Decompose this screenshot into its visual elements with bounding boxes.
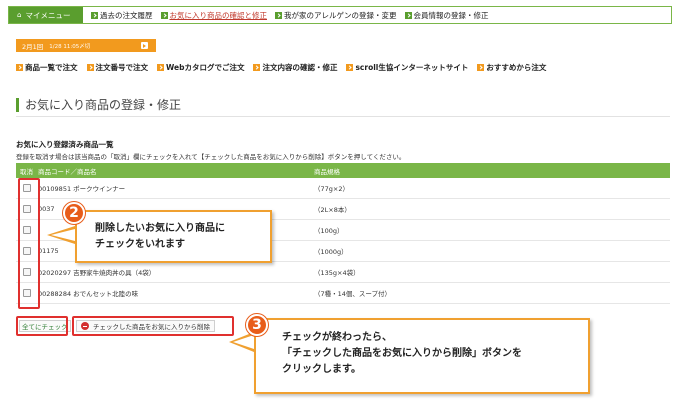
subnav-order-confirm[interactable]: 注文内容の確認・修正 <box>253 62 337 73</box>
table-header: 取消 商品コード／商品名 商品規格 <box>16 163 670 178</box>
product-code-name: 02020297 吉野家牛焼肉丼の具（4袋） <box>38 269 156 277</box>
step-badge-2: 2 <box>63 202 85 224</box>
callout-text: クリックします。 <box>282 364 361 375</box>
arrow-icon <box>160 11 168 19</box>
header-cancel: 取消 <box>20 167 33 176</box>
product-spec: （77g×2） <box>314 185 349 193</box>
nav-member-info[interactable]: 会員情報の登録・修正 <box>404 10 489 21</box>
product-spec: （7種・14個、スープ付） <box>314 290 392 298</box>
top-nav: ⌂ マイメニュー 過去の注文履歴 お気に入り商品の確認と修正 我が家のアレルゲン… <box>8 6 672 24</box>
step-badge-3: 3 <box>246 314 268 336</box>
table-row: 02020297 吉野家牛焼肉丼の具（4袋） （135g×4袋） <box>16 262 670 283</box>
product-spec: （135g×4袋） <box>314 269 360 277</box>
subnav-recommend[interactable]: おすすめから注文 <box>477 62 546 73</box>
callout-text: チェックをいれます <box>95 239 185 250</box>
arrow-icon <box>275 11 282 19</box>
arrow-icon <box>91 11 98 19</box>
callout-pointer-inner <box>233 335 254 349</box>
highlight-delete-button <box>72 316 234 336</box>
subnav-web-catalog[interactable]: Webカタログでご注文 <box>157 62 244 73</box>
subnav-list-order[interactable]: 商品一覧で注文 <box>16 62 78 73</box>
arrow-icon <box>346 64 354 71</box>
order-deadline: 1/28 11:05〆切 <box>49 43 91 50</box>
product-code-name: 00288284 おでんセット北陸の味 <box>38 290 139 298</box>
order-period-bar[interactable]: 2月1回 1/28 11:05〆切 <box>16 39 156 52</box>
section-description: 登録を取消す場合は該当商品の「取消」欄にチェックを入れて【チェックした商品をお気… <box>16 153 406 161</box>
nav-favorites[interactable]: お気に入り商品の確認と修正 <box>160 10 267 21</box>
callout-text: チェックが終わったら、 <box>282 332 392 343</box>
callout-text: 削除したいお気に入り商品に <box>95 223 225 234</box>
arrow-icon <box>16 64 23 71</box>
product-code-name: 00109851 ポークウインナー <box>38 185 126 193</box>
section-title: お気に入り登録済み商品一覧 <box>16 140 114 149</box>
nav-allergen[interactable]: 我が家のアレルゲンの登録・変更 <box>275 10 397 21</box>
callout-step-2: 削除したいお気に入り商品に チェックをいれます <box>75 210 272 263</box>
order-period: 2月1回 <box>22 42 44 51</box>
arrow-icon <box>157 64 164 71</box>
my-menu-label: マイメニュー <box>25 10 71 20</box>
callout-step-3: チェックが終わったら、 「チェックした商品をお気に入りから削除」ボタンを クリッ… <box>254 318 590 394</box>
product-spec: （2L×8本） <box>314 206 351 214</box>
highlight-checkbox-column <box>18 178 40 309</box>
arrow-icon <box>477 64 485 71</box>
header-spec: 商品規格 <box>314 167 340 176</box>
subnav-site[interactable]: scroll生協インターネットサイト <box>346 62 468 73</box>
product-spec: （100g） <box>314 227 344 235</box>
arrow-icon <box>253 64 261 71</box>
title-accent <box>16 97 19 112</box>
nav-order-history[interactable]: 過去の注文履歴 <box>91 10 153 21</box>
page-title: お気に入り商品の登録・修正 <box>25 98 182 112</box>
home-icon: ⌂ <box>17 11 22 19</box>
page-title-bar: お気に入り商品の登録・修正 <box>16 93 670 117</box>
my-menu-button[interactable]: ⌂ マイメニュー <box>9 7 83 23</box>
highlight-check-all <box>16 316 68 336</box>
callout-pointer-inner <box>51 229 75 241</box>
table-row: 00109851 ポークウインナー （77g×2） <box>16 178 670 199</box>
subnav-number-order[interactable]: 注文番号で注文 <box>86 62 148 73</box>
arrow-icon <box>404 11 412 19</box>
header-code-name: 商品コード／商品名 <box>38 167 97 176</box>
play-icon <box>141 42 148 49</box>
order-nav: 商品一覧で注文 注文番号で注文 Webカタログでご注文 注文内容の確認・修正 s… <box>16 62 546 73</box>
arrow-icon <box>86 64 94 71</box>
table-row: 00288284 おでんセット北陸の味 （7種・14個、スープ付） <box>16 283 670 304</box>
product-spec: （1000g） <box>314 248 348 256</box>
callout-text: 「チェックした商品をお気に入りから削除」ボタンを <box>282 348 522 359</box>
